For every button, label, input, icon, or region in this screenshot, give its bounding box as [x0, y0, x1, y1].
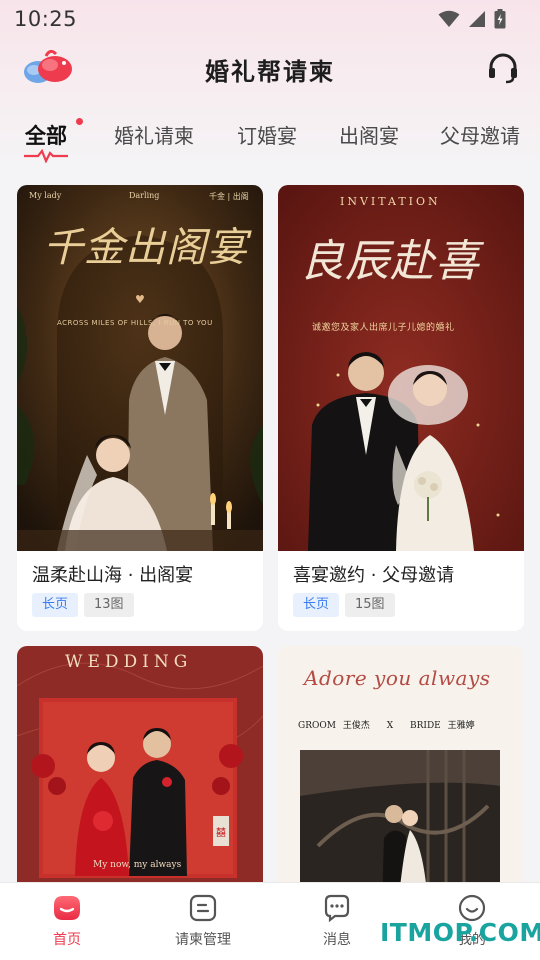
svg-text:囍: 囍: [216, 826, 226, 839]
tab-bar-label: 消息: [323, 932, 351, 948]
tab-all[interactable]: 全部: [25, 120, 67, 150]
groom-name: 王俊杰: [342, 721, 370, 731]
art-kicker: INVITATION: [340, 195, 441, 208]
tag-image-count: 13图: [84, 593, 134, 617]
art-small-center: Darling: [129, 191, 160, 200]
message-icon: [324, 894, 350, 923]
art-names: GROOM 王俊杰 X BRIDE 王雅婷: [298, 718, 475, 731]
signal-icon: [469, 11, 485, 27]
tab-parents-invitation[interactable]: 父母邀请: [440, 120, 520, 149]
separator-x: X: [386, 721, 394, 731]
app-header: 婚礼帮请柬: [0, 44, 540, 94]
tab-bar-manage[interactable]: 请柬管理: [148, 893, 258, 949]
template-tags: 长页 15图: [293, 593, 395, 617]
bride-label: BRIDE: [410, 721, 441, 731]
status-bar: 10:25: [0, 0, 540, 38]
home-icon: [54, 896, 80, 920]
manage-icon: [189, 894, 217, 922]
tag-image-count: 15图: [345, 593, 395, 617]
art-headline: 千金出阁宴: [43, 225, 248, 271]
art-subtitle: ACROSS MILES OF HILLS, I RUN TO YOU: [57, 319, 213, 327]
template-preview-image: My lady Darling 千金 | 出阁 千金出阁宴 ♥ ACROSS M…: [17, 185, 263, 551]
category-tabs: 全部 婚礼请柬 订婚宴 出阁宴 父母邀请: [0, 112, 540, 172]
tab-bride-farewell[interactable]: 出阁宴: [339, 120, 399, 149]
art-headline: 良辰赴喜: [300, 236, 480, 287]
status-time: 10:25: [14, 7, 78, 31]
template-preview-image: 囍 WEDDING My now, my always: [17, 646, 263, 906]
tag-long-page: 长页: [293, 593, 340, 617]
bride-name: 王雅婷: [447, 721, 475, 731]
app-logo: [24, 49, 72, 83]
active-tab-indicator: [24, 149, 68, 163]
template-card[interactable]: Adore you always GROOM 王俊杰 X BRIDE 王雅婷: [278, 646, 524, 906]
template-preview-image: INVITATION 良辰赴喜 诚邀您及家人出席儿子儿媳的婚礼: [278, 185, 524, 551]
tab-bar-label: 首页: [53, 932, 81, 948]
art-footer: My now, my always: [93, 860, 182, 870]
tab-bar-home[interactable]: 首页: [12, 893, 122, 949]
template-preview-image: Adore you always GROOM 王俊杰 X BRIDE 王雅婷: [278, 646, 524, 906]
art-headline: Adore you always: [304, 666, 491, 690]
template-title: 温柔赴山海 · 出阁宴: [32, 565, 194, 586]
customer-service-icon[interactable]: [486, 51, 520, 85]
tab-bar-messages[interactable]: 消息: [282, 893, 392, 949]
art-heart-icon: ♥: [135, 293, 145, 306]
app-title: 婚礼帮请柬: [205, 56, 335, 86]
tab-engagement[interactable]: 订婚宴: [237, 120, 297, 149]
new-dot-badge: [76, 118, 83, 125]
wifi-icon: [438, 10, 460, 27]
template-title: 喜宴邀约 · 父母邀请: [293, 565, 455, 586]
template-card[interactable]: 囍 WEDDING My now, my always: [17, 646, 263, 906]
template-tags: 长页 13图: [32, 593, 134, 617]
template-card[interactable]: My lady Darling 千金 | 出阁 千金出阁宴 ♥ ACROSS M…: [17, 185, 263, 631]
status-icons: [438, 9, 506, 29]
tab-bar-label: 请柬管理: [175, 932, 231, 948]
tag-long-page: 长页: [32, 593, 79, 617]
groom-label: GROOM: [298, 721, 336, 731]
art-small-right: 千金 | 出阁: [209, 192, 249, 201]
art-small-left: My lady: [29, 191, 62, 200]
template-card[interactable]: INVITATION 良辰赴喜 诚邀您及家人出席儿子儿媳的婚礼 喜宴邀约 · 父…: [278, 185, 524, 631]
art-subtitle: 诚邀您及家人出席儿子儿媳的婚礼: [312, 323, 455, 333]
art-headline: WEDDING: [65, 652, 193, 672]
battery-icon: [494, 9, 506, 29]
tab-wedding-invitation[interactable]: 婚礼请柬: [114, 120, 194, 149]
watermark: ITMOP.COM: [380, 918, 540, 947]
